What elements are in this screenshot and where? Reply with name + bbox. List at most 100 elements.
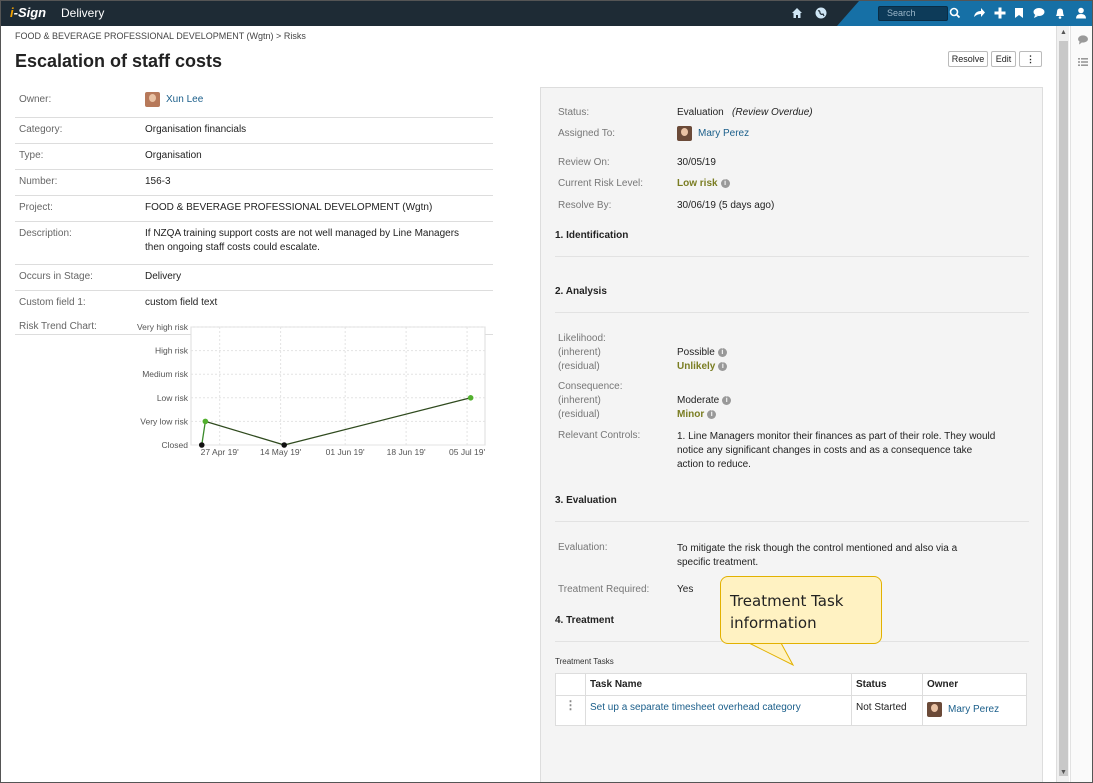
row-menu-icon[interactable]: ⋮ xyxy=(555,695,586,726)
divider xyxy=(555,521,1029,522)
x-tick-label: 01 Jun 19' xyxy=(326,447,365,457)
assignee-link[interactable]: Mary Perez xyxy=(698,128,749,139)
controls-label: Relevant Controls: xyxy=(558,430,641,441)
chat-icon[interactable] xyxy=(1032,6,1046,20)
task-status-cell: Not Started xyxy=(851,695,923,726)
globe-icon[interactable] xyxy=(814,6,828,20)
treatment-tasks-label: Treatment Tasks xyxy=(555,657,614,666)
resolve-button[interactable]: Resolve xyxy=(948,51,988,67)
bookmark-icon[interactable] xyxy=(1012,6,1026,20)
app-logo[interactable]: i-Sign xyxy=(10,5,46,20)
consequence-inherent-label: (inherent) xyxy=(558,395,601,406)
description-row: Description: If NZQA training support co… xyxy=(15,222,493,265)
project-link[interactable]: FOOD & BEVERAGE PROFESSIONAL DEVELOPMENT… xyxy=(145,201,493,215)
assignee-avatar xyxy=(677,126,692,141)
section-treatment: 4. Treatment xyxy=(555,615,614,626)
likelihood-residual-value: Unlikely i xyxy=(677,361,728,372)
owner-link[interactable]: Xun Lee xyxy=(166,94,203,105)
consequence-residual-label: (residual) xyxy=(558,409,600,420)
info-icon[interactable]: i xyxy=(717,347,727,357)
task-name-link[interactable]: Set up a separate timesheet overhead cat… xyxy=(590,702,801,713)
scrollbar-thumb[interactable] xyxy=(1059,41,1068,776)
risk-level-value: Low risk i xyxy=(677,178,730,189)
owner-avatar xyxy=(145,92,160,107)
task-owner-avatar xyxy=(927,702,942,717)
info-icon[interactable]: i xyxy=(707,409,717,419)
risk-trend-label: Risk Trend Chart: xyxy=(19,321,97,332)
x-tick-label: 18 Jun 19' xyxy=(387,447,426,457)
likelihood-residual-text: Unlikely xyxy=(677,361,716,372)
status-header[interactable]: Status xyxy=(851,673,923,696)
info-icon[interactable]: i xyxy=(722,395,732,405)
y-tick-label: Very low risk xyxy=(140,416,188,426)
y-tick-label: Closed xyxy=(162,440,189,450)
stage-row: Occurs in Stage: Delivery xyxy=(15,265,493,291)
task-owner-cell: Mary Perez xyxy=(922,695,1027,726)
treatment-required-label: Treatment Required: xyxy=(558,584,650,595)
home-icon[interactable] xyxy=(790,6,804,20)
scroll-up-arrow[interactable]: ▲ xyxy=(1060,29,1067,36)
logo-text: -Sign xyxy=(13,5,47,20)
number-label: Number: xyxy=(19,176,58,187)
trend-point xyxy=(198,442,205,448)
category-label: Category: xyxy=(19,124,63,135)
search-input[interactable]: Search xyxy=(878,6,948,21)
section-identification: 1. Identification xyxy=(555,230,629,241)
comments-icon[interactable] xyxy=(1077,34,1089,46)
x-tick-label: 05 Jul 19' xyxy=(449,447,485,457)
type-value: Organisation xyxy=(145,150,202,161)
breadcrumb[interactable]: FOOD & BEVERAGE PROFESSIONAL DEVELOPMENT… xyxy=(15,31,306,41)
share-icon[interactable] xyxy=(972,6,986,20)
number-value: 156-3 xyxy=(145,176,171,187)
status-label: Status: xyxy=(558,107,590,118)
list-icon[interactable] xyxy=(1077,56,1089,68)
user-icon[interactable] xyxy=(1074,6,1088,20)
y-tick-label: Very high risk xyxy=(137,322,189,332)
section-evaluation: 3. Evaluation xyxy=(555,495,617,506)
risk-level-text: Low risk xyxy=(677,178,718,189)
resolve-by-value: 30/06/19 (5 days ago) xyxy=(677,200,775,211)
table-row: ⋮ Set up a separate timesheet overhead c… xyxy=(555,695,1027,726)
task-owner-link[interactable]: Mary Perez xyxy=(948,704,999,715)
description-label: Description: xyxy=(19,228,72,239)
plus-icon[interactable] xyxy=(993,6,1007,20)
consequence-label: Consequence: xyxy=(558,381,623,392)
annotation-callout: Treatment Task information xyxy=(720,576,882,644)
risk-level-label: Current Risk Level: xyxy=(558,178,644,189)
category-value: Organisation financials xyxy=(145,124,247,135)
status-note: (Review Overdue) xyxy=(732,107,813,118)
divider xyxy=(555,312,1029,313)
info-icon[interactable]: i xyxy=(720,178,730,188)
assigned-value: Mary Perez xyxy=(677,126,749,141)
owner-header[interactable]: Owner xyxy=(922,673,1027,696)
scroll-down-arrow[interactable]: ▼ xyxy=(1060,769,1067,776)
x-tick-label: 27 Apr 19' xyxy=(201,447,239,457)
info-icon[interactable]: i xyxy=(718,361,728,371)
callout-line-2: information xyxy=(730,614,817,632)
divider xyxy=(555,256,1029,257)
y-tick-label: High risk xyxy=(155,346,189,356)
callout-line-1: Treatment Task xyxy=(730,592,844,610)
owner-row: Owner: Xun Lee xyxy=(15,88,493,118)
handle-column-header xyxy=(555,673,586,696)
consequence-residual-value: Minor i xyxy=(677,409,717,420)
vertical-scrollbar[interactable]: ▲ ▼ xyxy=(1056,26,1069,782)
bell-icon[interactable] xyxy=(1053,6,1067,20)
risk-detail-panel: Status: Evaluation (Review Overdue) Assi… xyxy=(540,87,1043,782)
status-value: Evaluation (Review Overdue) xyxy=(677,107,813,118)
stage-label: Occurs in Stage: xyxy=(19,271,93,282)
consequence-residual-text: Minor xyxy=(677,409,705,420)
more-options-button[interactable]: ⋮ xyxy=(1019,51,1042,67)
search-icon[interactable] xyxy=(949,6,961,20)
project-row: Project: FOOD & BEVERAGE PROFESSIONAL DE… xyxy=(15,196,493,222)
x-tick-label: 14 May 19' xyxy=(260,447,302,457)
task-name-header[interactable]: Task Name xyxy=(585,673,852,696)
custom-field-label: Custom field 1: xyxy=(19,297,86,308)
app-name[interactable]: Delivery xyxy=(61,6,104,20)
table-header-row: Task Name Status Owner xyxy=(555,673,1027,696)
evaluation-value: To mitigate the risk though the control … xyxy=(677,543,958,568)
custom-field-value: custom field text xyxy=(145,297,218,308)
edit-button[interactable]: Edit xyxy=(991,51,1016,67)
y-tick-label: Medium risk xyxy=(142,369,189,379)
owner-label: Owner: xyxy=(19,94,52,105)
